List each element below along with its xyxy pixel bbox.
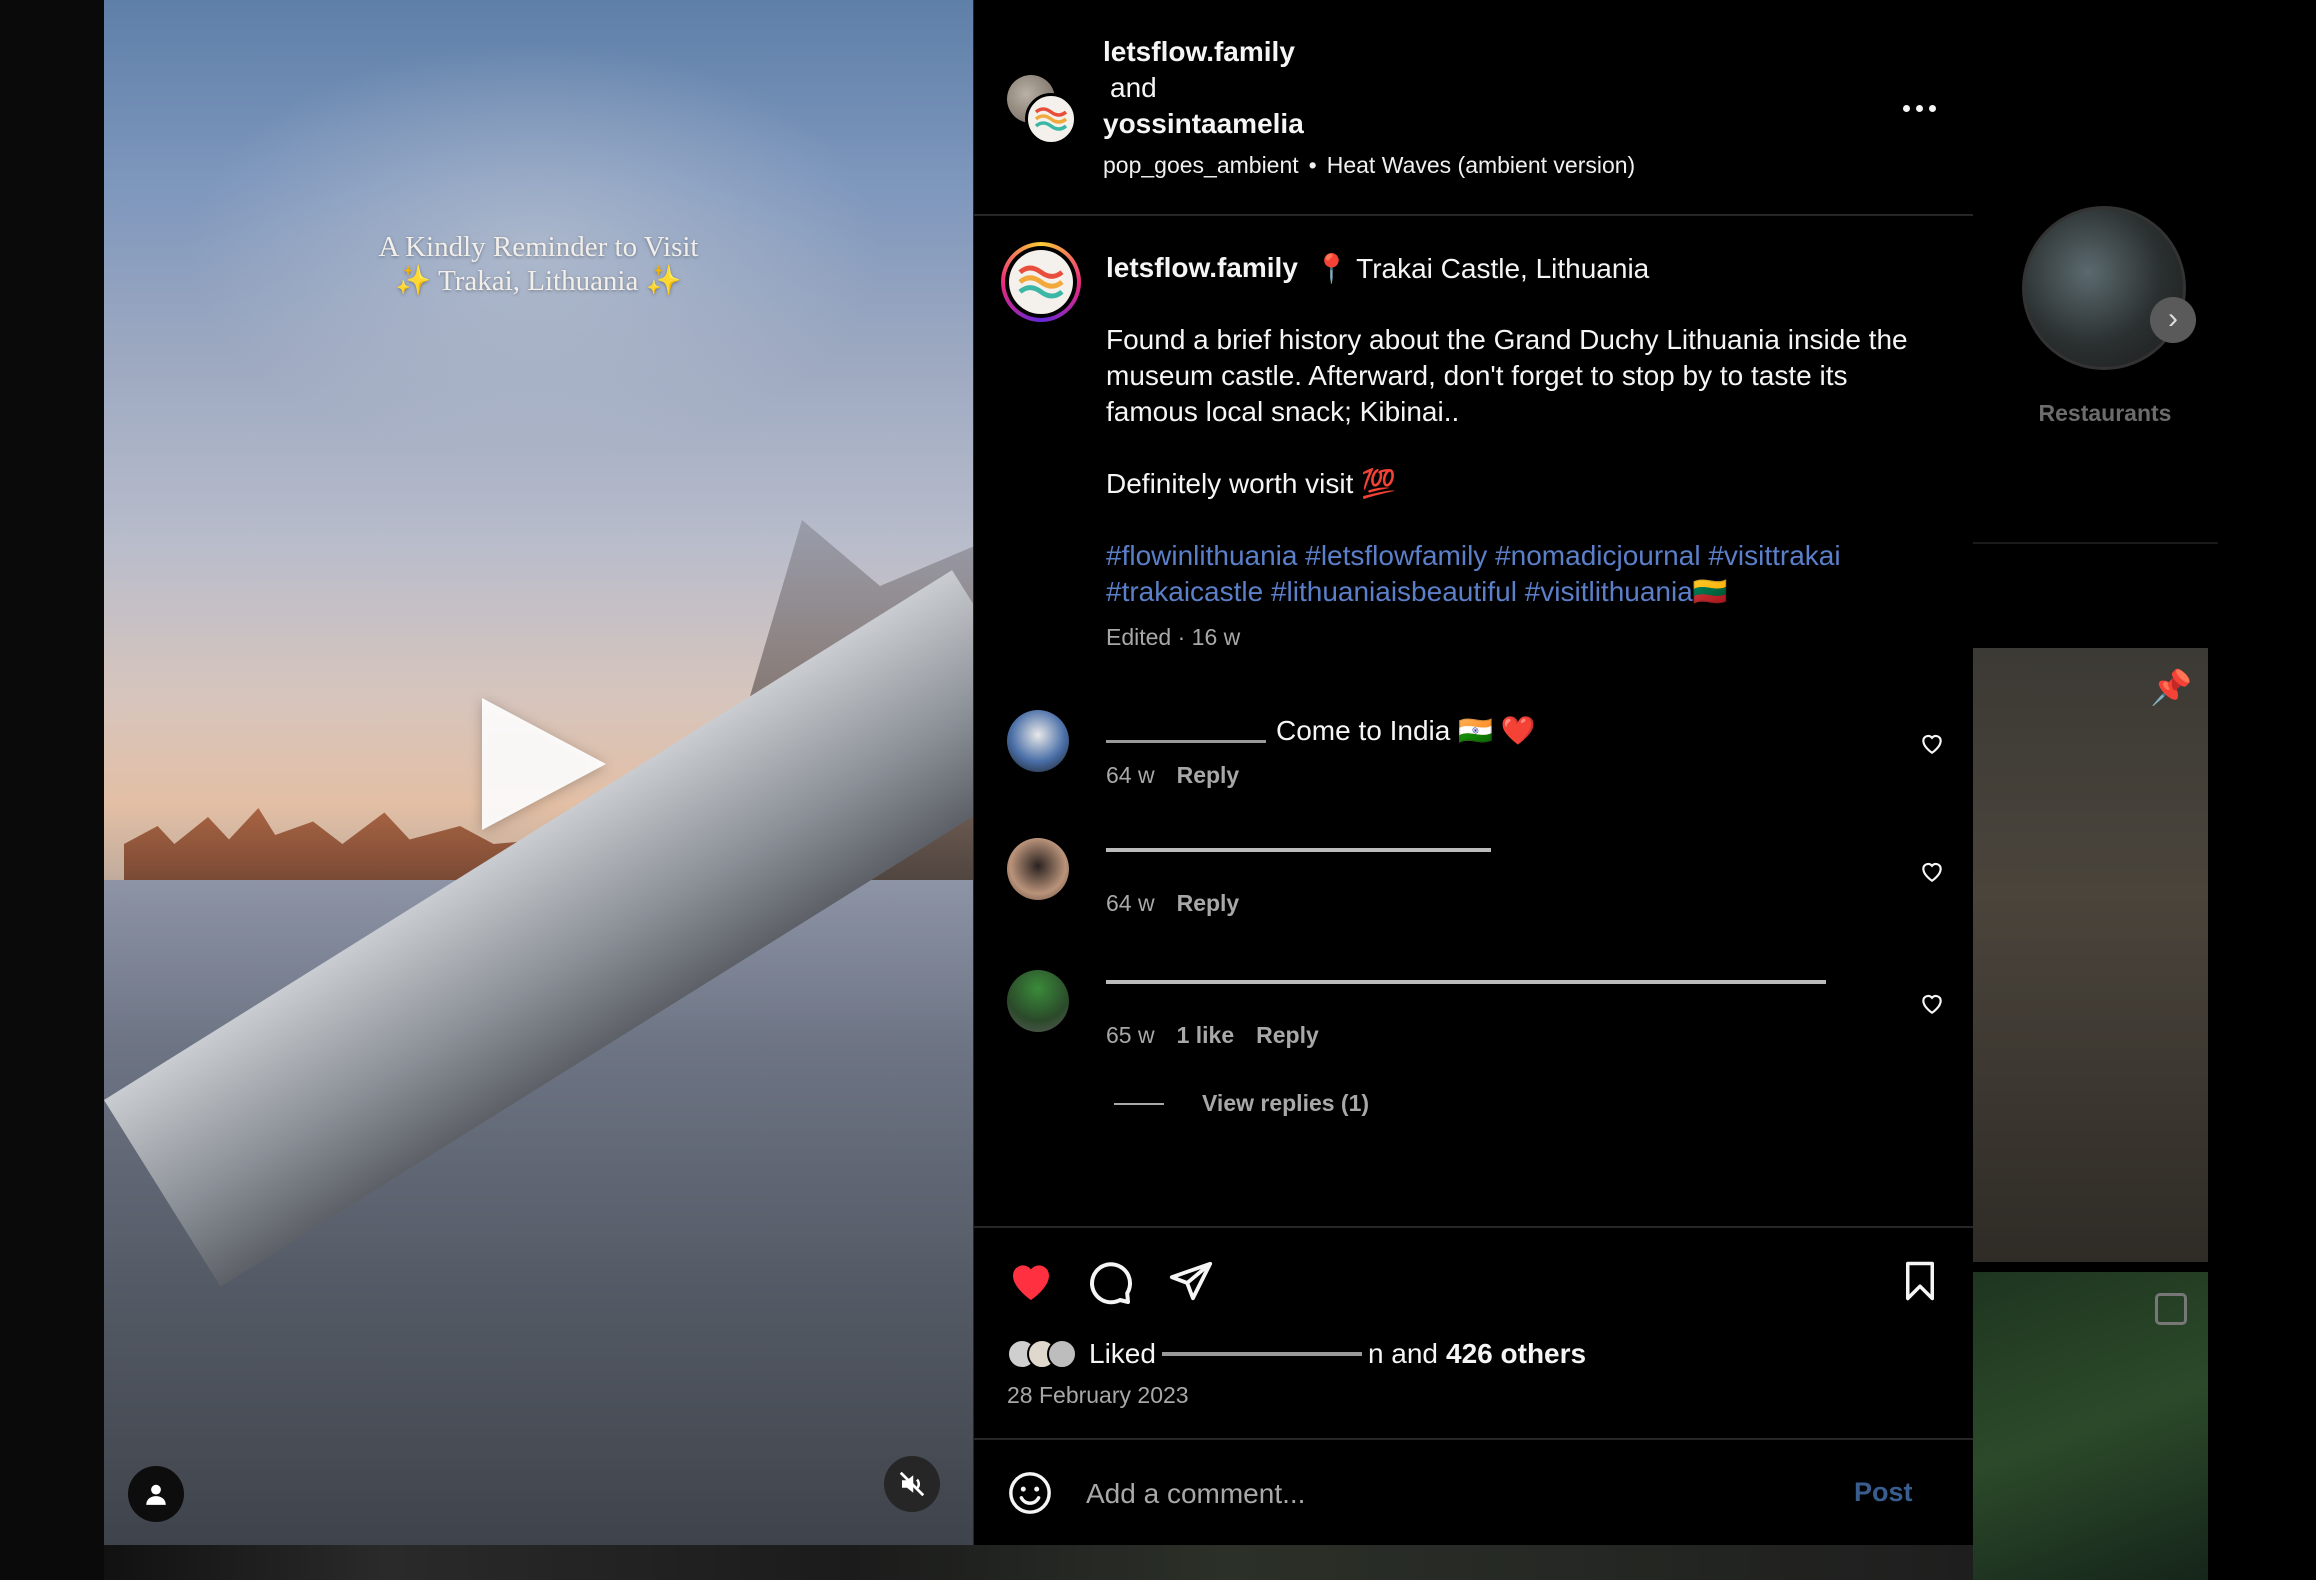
more-options-icon[interactable] (1899, 93, 1939, 123)
caption-location[interactable]: 📍 Trakai Castle, Lithuania (1314, 252, 1649, 285)
carousel-icon (2155, 1293, 2187, 1325)
divider (1114, 1102, 1164, 1105)
tagged-users-button[interactable] (128, 1466, 184, 1522)
speaker-muted-icon (899, 1471, 925, 1497)
post-date: 28 February 2023 (1007, 1382, 1189, 1408)
comment-age: 64 w (1106, 890, 1155, 916)
likes-others[interactable]: 426 others (1446, 1338, 1586, 1370)
separator: • (1308, 152, 1317, 178)
divider (1973, 542, 2218, 544)
chevron-right-icon[interactable]: › (2150, 297, 2196, 343)
comment-row: 65 w 1 like Reply (974, 970, 1973, 1070)
story-highlight-label: Restaurants (2038, 400, 2172, 426)
comment-like-count[interactable]: 1 like (1177, 1022, 1235, 1048)
avatar (1047, 1339, 1077, 1369)
comment-body: Come to India 🇮🇳 ❤️ (1276, 715, 1536, 746)
comment-meta: 64 w Reply (1106, 890, 1261, 917)
likes-prefix: Liked (1089, 1338, 1156, 1369)
share-icon[interactable] (1167, 1258, 1215, 1304)
reply-button[interactable]: Reply (1256, 1022, 1319, 1048)
comment-meta: 64 w Reply (1106, 762, 1261, 789)
letsflow-logo-icon (1018, 265, 1064, 299)
caption-body: Found a brief history about the Grand Du… (1106, 322, 1936, 538)
emoji-icon[interactable] (1007, 1470, 1053, 1516)
redacted-username[interactable] (1106, 722, 1266, 743)
audio-artist[interactable]: pop_goes_ambient (1103, 152, 1299, 178)
author-username[interactable]: letsflow.family (1103, 36, 1295, 68)
avatar[interactable] (1007, 970, 1069, 1032)
collab-avatars[interactable] (1007, 75, 1077, 145)
avatar[interactable] (1007, 710, 1069, 772)
person-icon (146, 1484, 166, 1505)
audio-track[interactable]: Heat Waves (ambient version) (1327, 152, 1635, 178)
author-username[interactable]: yossintaamelia (1103, 108, 1304, 140)
redacted-username (1161, 1352, 1362, 1356)
mute-button[interactable] (884, 1456, 940, 1512)
liker-avatars (1007, 1339, 1077, 1369)
video-overlay-line: A Kindly Reminder to Visit (378, 231, 699, 263)
view-replies-button[interactable]: View replies (1) (1114, 1090, 1369, 1117)
heart-outline-icon[interactable] (1919, 990, 1945, 1016)
reply-button[interactable]: Reply (1177, 890, 1240, 916)
redacted-comment (1106, 980, 1826, 984)
bookmark-icon[interactable] (1899, 1257, 1941, 1305)
heart-outline-icon[interactable] (1919, 730, 1945, 756)
view-replies-label: View replies (1) (1202, 1090, 1370, 1116)
post-header: letsflow.family and yossintaamelia pop_g… (974, 0, 1973, 216)
redacted-comment (1106, 848, 1491, 852)
video-overlay-line: ✨ Trakai, Lithuania ✨ (395, 265, 682, 297)
avatar[interactable] (1007, 838, 1069, 900)
story-highlight-restaurants[interactable] (2022, 206, 2186, 370)
caption-paragraph: Found a brief history about the Grand Du… (1106, 324, 1908, 427)
comment-input[interactable] (1086, 1474, 1786, 1514)
avatar[interactable] (1001, 242, 1081, 322)
comment-row: Come to India 🇮🇳 ❤️ 64 w Reply (974, 710, 1973, 810)
caption-paragraph: Definitely worth visit 💯 (1106, 468, 1397, 499)
comment-text: Come to India 🇮🇳 ❤️ (1106, 714, 1536, 747)
video-overlay-text: A Kindly Reminder to Visit ✨ Trakai, Lit… (104, 230, 973, 298)
comment-age: 64 w (1106, 762, 1155, 788)
heart-outline-icon[interactable] (1919, 858, 1945, 884)
avatar (1025, 93, 1077, 145)
post-comment-button[interactable]: Post (1854, 1477, 1913, 1508)
play-icon[interactable] (482, 698, 606, 830)
divider (974, 1226, 1973, 1228)
collab-conjunction: and (1110, 72, 1157, 103)
post-details-panel: letsflow.family and yossintaamelia pop_g… (973, 0, 1973, 1545)
heart-filled-icon[interactable] (1005, 1257, 1057, 1305)
likes-middle: n and (1367, 1338, 1439, 1369)
caption-hashtags[interactable]: #flowinlithuania #letsflowfamily #nomadi… (1106, 538, 1936, 610)
caption-edited-timestamp: Edited · 16 w (1106, 624, 1241, 650)
caption-username[interactable]: letsflow.family (1106, 252, 1298, 284)
audio-attribution[interactable]: pop_goes_ambient • Heat Waves (ambient ver… (1103, 152, 1635, 179)
comment-row: 64 w Reply (974, 838, 1973, 938)
comment-icon[interactable] (1086, 1258, 1134, 1306)
comment-age: 65 w (1106, 1022, 1155, 1048)
likes-summary[interactable]: Liked n and 426 others (1007, 1338, 1586, 1370)
letsflow-logo-icon (1034, 107, 1068, 131)
grid-post-row[interactable] (104, 1545, 1973, 1580)
background-feed-left (0, 0, 104, 1580)
grid-post-tile[interactable] (1973, 648, 2208, 1262)
divider (974, 1438, 1973, 1440)
comment-meta: 65 w 1 like Reply (1106, 1022, 1341, 1049)
reply-button[interactable]: Reply (1177, 762, 1240, 788)
pin-icon: 📌 (2150, 669, 2193, 707)
